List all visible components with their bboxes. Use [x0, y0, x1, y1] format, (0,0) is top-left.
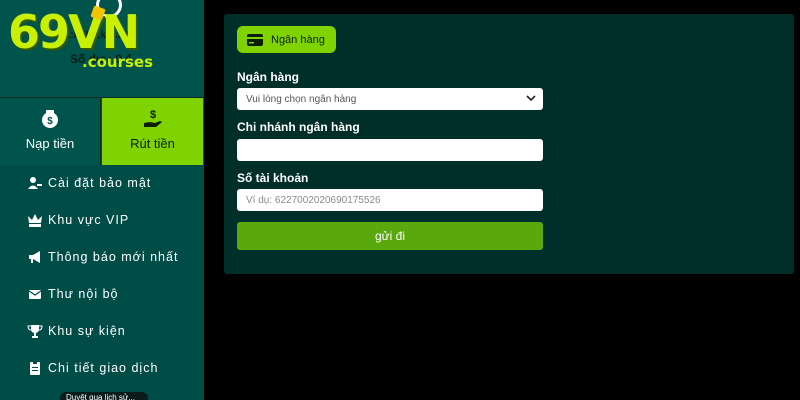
svg-text:$: $: [149, 109, 155, 121]
vip-crown-icon: [28, 213, 42, 227]
tab-withdraw[interactable]: $ Rút tiền: [102, 98, 203, 165]
tooltip: Duyệt qua lịch sử...: [60, 392, 148, 400]
sidebar-item-events[interactable]: Khu sự kiện: [0, 312, 204, 349]
profile-header: ...:hdh...kjf....jfh Số dư : 0 ₫ 69VN .c…: [0, 0, 204, 97]
sidebar-item-vip[interactable]: Khu vực VIP: [0, 201, 204, 238]
sidebar-item-security[interactable]: Cài đặt bảo mật: [0, 164, 204, 201]
logo-sub-text: .courses: [82, 53, 154, 71]
envelope-icon: [28, 289, 42, 299]
branch-input[interactable]: [237, 139, 543, 161]
bank-select[interactable]: Vui lòng chọn ngân hàng: [237, 88, 543, 110]
sidebar-item-label: Cài đặt bảo mật: [48, 175, 152, 190]
sidebar-item-transactions[interactable]: Chi tiết giao dịch: [0, 349, 204, 386]
clipboard-icon: [30, 360, 40, 375]
money-bag-icon: $: [42, 110, 58, 128]
trophy-icon: [27, 324, 43, 338]
sidebar-item-news[interactable]: Thông báo mới nhất: [0, 238, 204, 275]
bank-select-value: Vui lòng chọn ngân hàng: [246, 93, 357, 105]
svg-text:$: $: [47, 116, 53, 127]
credit-card-icon: [247, 33, 263, 46]
sidebar-item-inbox[interactable]: Thư nội bộ: [0, 275, 204, 312]
tab-withdraw-label: Rút tiền: [130, 136, 175, 151]
submit-button[interactable]: gửi đi: [237, 222, 543, 250]
sidebar-menu: Cài đặt bảo mật Khu vực VIP Thông báo mớ…: [0, 164, 204, 386]
user-key-icon: [28, 176, 42, 189]
sidebar-item-label: Thông báo mới nhất: [48, 249, 179, 264]
tab-bank[interactable]: Ngân hàng: [237, 26, 336, 53]
account-number-input[interactable]: Ví dụ: 6227002020690175526: [237, 189, 543, 211]
chevron-down-icon: [526, 95, 536, 102]
bank-label: Ngân hàng: [237, 70, 299, 84]
logo-main-text: 69VN: [8, 5, 140, 59]
account-number-label: Số tài khoản: [237, 171, 309, 185]
withdraw-form-panel: Ngân hàng Ngân hàng Vui lòng chọn ngân h…: [224, 14, 794, 274]
site-logo[interactable]: 69VN .courses: [8, 4, 153, 74]
tab-deposit[interactable]: $ Nạp tiền: [0, 98, 101, 165]
sidebar-item-label: Chi tiết giao dịch: [48, 360, 159, 375]
tab-deposit-label: Nạp tiền: [25, 136, 75, 151]
sidebar-item-label: Thư nội bộ: [48, 286, 119, 301]
sidebar-item-label: Khu sự kiện: [48, 323, 126, 338]
tab-bank-label: Ngân hàng: [271, 33, 325, 46]
wallet-tabs: $ Nạp tiền $ Rút tiền: [0, 97, 204, 165]
sidebar-item-label: Khu vực VIP: [48, 212, 130, 227]
branch-label: Chi nhánh ngân hàng: [237, 120, 360, 134]
sidebar: ...:hdh...kjf....jfh Số dư : 0 ₫ 69VN .c…: [0, 0, 204, 400]
hand-money-icon: $: [143, 109, 162, 127]
megaphone-icon: [29, 250, 40, 263]
